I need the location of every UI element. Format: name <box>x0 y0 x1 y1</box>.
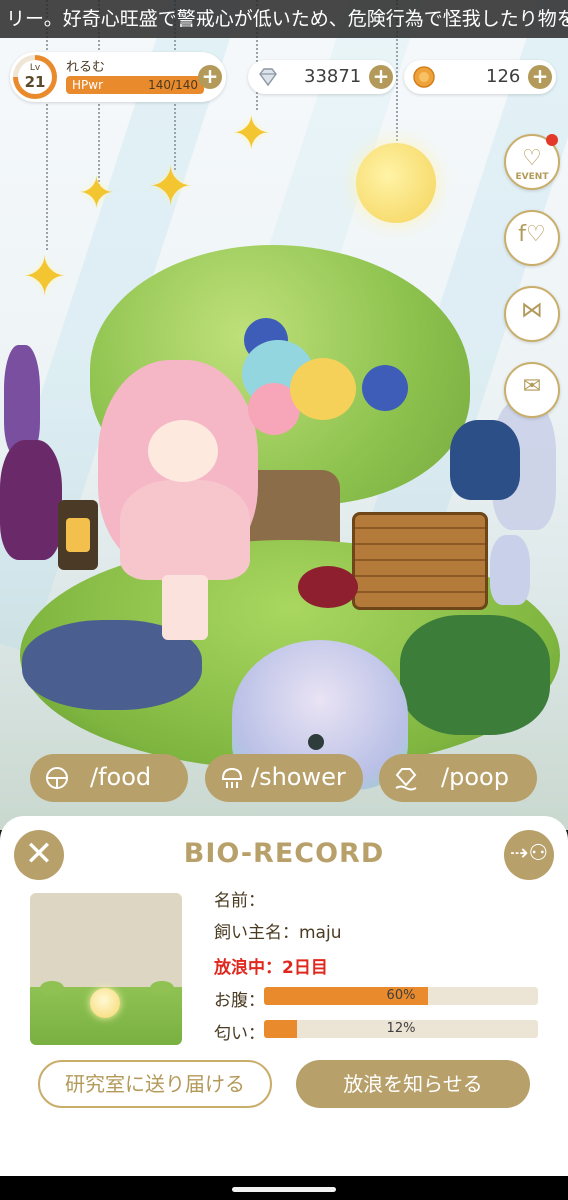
add-hp-button[interactable]: + <box>198 65 222 89</box>
star-ornament: ✦ <box>22 245 68 308</box>
player-name: れるむ <box>66 60 106 75</box>
event-icon: ♡ <box>522 146 542 171</box>
send-to-lab-button[interactable]: 研究室に送り届ける <box>38 1060 272 1108</box>
potion-bottle <box>0 440 62 560</box>
shower-command-button[interactable]: /shower <box>205 754 363 802</box>
pet-thumbnail <box>30 893 182 1045</box>
add-coins-button[interactable]: + <box>528 65 552 89</box>
level-badge: Lv 21 <box>18 60 52 94</box>
player-status[interactable]: Lv 21 れるむ HPwr 140/140 + <box>10 52 226 102</box>
food-bowl-icon <box>46 767 68 789</box>
star-ornament: ✦ <box>148 155 194 218</box>
wander-status-row: 放浪中：2日目 <box>214 953 328 978</box>
release-pet-button[interactable]: ⇢⚇ <box>504 830 554 880</box>
owner-row: 飼い主名：maju <box>214 918 341 943</box>
hp-value: 140/140 <box>148 78 198 92</box>
moon-ornament <box>356 143 436 223</box>
hunger-value: 60% <box>386 988 416 1003</box>
hunger-label: お腹： <box>214 991 265 1011</box>
smell-bar: 12% <box>264 1020 538 1038</box>
shower-command-label: /shower <box>251 763 346 791</box>
gem-counter: 33871 + <box>248 60 396 94</box>
friends-icon: f♡ <box>518 222 546 247</box>
notification-dot <box>546 134 558 146</box>
diamond-icon <box>259 68 277 87</box>
player-avatar-legs <box>162 575 208 640</box>
food-command-button[interactable]: /food <box>30 754 188 802</box>
bush <box>150 981 174 995</box>
player-avatar[interactable] <box>148 420 218 482</box>
star-ornament: ✦ <box>78 168 115 219</box>
star-ornament: ✦ <box>232 106 271 160</box>
hp-bar: HPwr 140/140 <box>66 76 204 94</box>
coin-counter: 126 + <box>404 60 556 94</box>
system-home-bar <box>0 1176 568 1200</box>
gem-amount: 33871 <box>304 66 362 87</box>
pet-eye <box>308 734 324 750</box>
coin-icon <box>413 66 435 88</box>
shower-icon <box>221 767 243 788</box>
report-wandering-button[interactable]: 放浪を知らせる <box>296 1060 530 1108</box>
glass-bottle <box>490 535 530 605</box>
event-label: EVENT <box>515 172 549 182</box>
berry-pile <box>298 566 358 608</box>
hp-label: HPwr <box>72 78 104 92</box>
orange-flowers <box>400 615 550 735</box>
gift-icon: ⋈ <box>521 298 543 323</box>
wander-status-value: 2日目 <box>282 958 328 978</box>
release-pet-icon: ⇢⚇ <box>509 841 549 866</box>
poop-icon <box>395 768 417 791</box>
mail-icon: ✉ <box>522 374 542 399</box>
level-number: 21 <box>24 73 46 91</box>
star-balloon <box>290 358 356 420</box>
bush <box>40 981 64 995</box>
bio-record-panel: ✕ BIO-RECORD ⇢⚇ 名前： 飼い主名：maju 放浪中：2日目 お腹… <box>0 816 568 1176</box>
level-progress-ring: Lv 21 <box>13 55 57 99</box>
smell-value: 12% <box>386 1021 416 1036</box>
potion-bottle <box>4 345 40 455</box>
smell-label: 匂い： <box>214 1024 265 1044</box>
gift-button[interactable]: ⋈ <box>504 286 560 342</box>
add-gems-button[interactable]: + <box>369 65 393 89</box>
friends-button[interactable]: f♡ <box>504 210 560 266</box>
coin-amount: 126 <box>486 66 521 87</box>
news-ticker: リー。好奇心旺盛で警戒心が低いため、危険行為で怪我したり物を壊 <box>0 0 568 38</box>
panel-title: BIO-RECORD <box>183 838 385 869</box>
wooden-chest[interactable] <box>352 512 488 610</box>
blueberry-fruit <box>362 365 408 411</box>
mail-button[interactable]: ✉ <box>504 362 560 418</box>
food-command-label: /food <box>90 763 152 791</box>
home-indicator[interactable] <box>232 1187 336 1192</box>
player-avatar-dress <box>120 480 250 580</box>
hunger-bar: 60% <box>264 987 538 1005</box>
pet-thumbnail-creature <box>90 988 120 1018</box>
potion-bottle <box>450 420 520 500</box>
lantern <box>58 500 98 570</box>
ticker-text: リー。好奇心旺盛で警戒心が低いため、危険行為で怪我したり物を壊 <box>6 8 568 30</box>
game-scene[interactable]: ✦ ✦ ✦ ✦ <box>0 0 568 830</box>
pet-name-label: 名前： <box>214 891 265 911</box>
poop-command-button[interactable]: /poop <box>379 754 537 802</box>
owner-label: 飼い主名： <box>214 923 299 943</box>
owner-value: maju <box>299 923 342 943</box>
wander-status-label: 放浪中： <box>214 958 282 978</box>
poop-command-label: /poop <box>441 763 509 791</box>
